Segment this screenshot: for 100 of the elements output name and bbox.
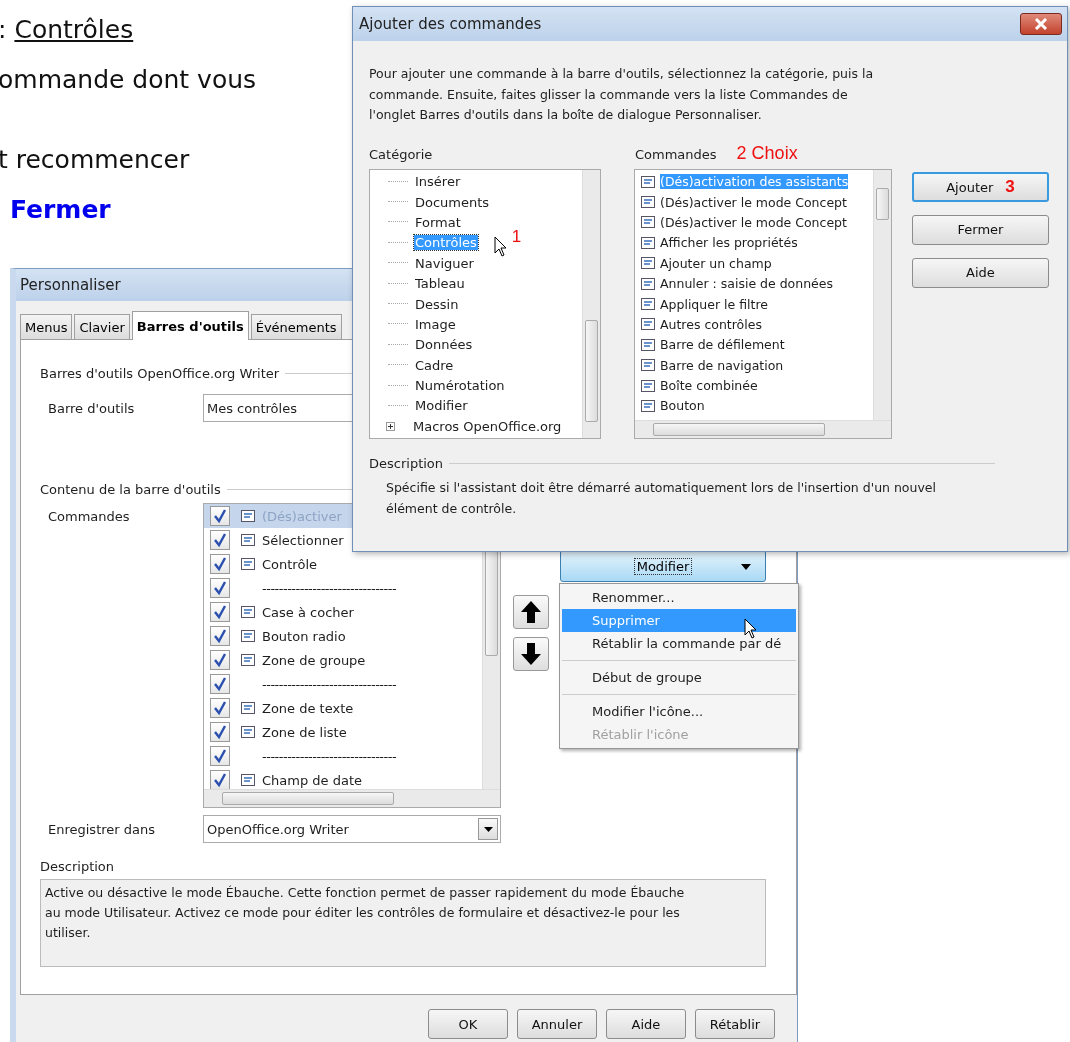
list-item[interactable]: Ajouter un champ	[660, 255, 772, 271]
checkbox[interactable]	[210, 698, 230, 718]
list-item[interactable]: Appliquer le filtre	[660, 296, 768, 312]
checkbox[interactable]	[210, 722, 230, 742]
menu-item[interactable]: Rétablir la commande par dé	[562, 632, 796, 655]
list-item[interactable]: Case à cocher	[210, 600, 500, 624]
close-button[interactable]	[1020, 13, 1062, 35]
list-item[interactable]: (Dés)activer le mode Concept	[660, 214, 847, 230]
document-text: Fermer	[10, 195, 111, 224]
group-label: Description	[369, 455, 444, 471]
caret-icon	[741, 564, 751, 570]
command-icon	[640, 296, 656, 313]
command-icon	[640, 214, 656, 231]
dialog-button[interactable]: Fermer	[912, 214, 1049, 245]
tab[interactable]: Barres d'outils	[131, 311, 249, 340]
command-icon	[240, 772, 256, 788]
tree-item[interactable]: Tableau	[414, 276, 466, 292]
tree-item[interactable]: Documents	[414, 194, 491, 210]
document-link[interactable]: Contrôles	[14, 15, 134, 44]
field-label: Barre d'outils	[47, 400, 136, 416]
scrollbar[interactable]	[873, 169, 891, 421]
command-icon	[240, 532, 256, 548]
list-item[interactable]: Zone de liste	[210, 720, 500, 744]
dialog-button[interactable]: Ajouter 3	[912, 171, 1049, 202]
list-item[interactable]: Afficher les propriétés	[660, 235, 798, 251]
tree-item[interactable]: Modifier	[414, 398, 469, 414]
move-up-button[interactable]	[513, 595, 549, 629]
tree-item[interactable]: Macros OpenOffice.org	[412, 418, 563, 434]
dialog-button[interactable]: OK	[428, 1009, 508, 1039]
list-item[interactable]: --------------------------------	[210, 576, 500, 600]
command-icon	[640, 275, 656, 292]
annotation-text: 1	[511, 226, 522, 247]
list-item[interactable]: Sélectionner	[210, 528, 500, 552]
field-label: Enregistrer dans	[47, 821, 156, 837]
checkbox[interactable]	[210, 674, 230, 694]
dialog-button[interactable]: Rétablir	[695, 1009, 775, 1039]
tree-item[interactable]: Cadre	[414, 357, 455, 373]
list-item[interactable]: Zone de groupe	[210, 648, 500, 672]
tab[interactable]: Menus	[20, 314, 73, 339]
tree-item[interactable]: Insérer	[414, 174, 462, 190]
checkbox[interactable]	[210, 602, 230, 622]
list-item[interactable]: --------------------------------	[210, 744, 500, 768]
scrollbar[interactable]	[635, 419, 891, 438]
command-icon	[640, 336, 656, 353]
list-item[interactable]: Zone de texte	[210, 696, 500, 720]
field-label: Commandes	[47, 509, 131, 526]
command-icon	[640, 194, 656, 211]
tree-item[interactable]: Image	[414, 316, 457, 332]
list-item[interactable]: Bouton radio	[210, 624, 500, 648]
menu-item[interactable]: Début de groupe	[562, 666, 796, 689]
command-icon	[240, 604, 256, 620]
document-text: ommande dont vous	[0, 65, 257, 94]
command-icon	[640, 255, 656, 272]
modify-dropdown-button[interactable]: Modifier	[560, 550, 766, 582]
scrollbar[interactable]	[204, 789, 500, 807]
command-icon	[240, 556, 256, 572]
description-text: Active ou désactive le mode Ébauche. Cette fonction permet de passer rapidement du mode Ébauche au mode Utilisateur. Activez ce mode pour éditer les contrôles de formulaire et désactivez-le pour les utiliser.	[40, 879, 766, 967]
checkbox[interactable]	[210, 626, 230, 646]
tree-item[interactable]: Numérotation	[414, 378, 506, 394]
list-item[interactable]: Autres contrôles	[660, 316, 762, 332]
list-item[interactable]: Bouton	[660, 398, 705, 414]
list-item[interactable]: Annuler : saisie de données	[660, 276, 833, 292]
list-item[interactable]: Contrôle	[210, 552, 500, 576]
save-location-dropdown[interactable]: OpenOffice.org Writer	[203, 815, 501, 843]
window-title: Personnaliser	[20, 276, 121, 294]
checkbox[interactable]	[210, 578, 230, 598]
document-text: :	[0, 15, 7, 44]
list-item[interactable]: (Dés)activer le mode Concept	[660, 194, 847, 210]
command-icon	[240, 652, 256, 668]
list-item[interactable]: Barre de défilement	[660, 337, 785, 353]
command-icon	[640, 316, 656, 333]
tab[interactable]: Clavier	[74, 314, 130, 339]
checkbox[interactable]	[210, 770, 230, 790]
tab[interactable]: Événements	[250, 314, 342, 339]
command-icon	[240, 724, 256, 740]
list-item[interactable]: Boîte combinée	[660, 378, 758, 394]
tree-item[interactable]: Format	[414, 214, 462, 230]
group-label: Contenu de la barre d'outils	[40, 482, 221, 497]
checkbox[interactable]	[210, 746, 230, 766]
checkbox[interactable]	[210, 650, 230, 670]
tree-item[interactable]: Données	[414, 337, 474, 353]
dialog-button[interactable]: Annuler	[517, 1009, 597, 1039]
move-down-button[interactable]	[513, 637, 549, 671]
dialog-button[interactable]: Aide	[912, 257, 1049, 288]
tree-item[interactable]: Dessin	[414, 296, 460, 312]
menu-item[interactable]: Renommer...	[562, 586, 796, 609]
list-item[interactable]: Barre de navigation	[660, 357, 784, 373]
checkbox[interactable]	[210, 530, 230, 550]
close-icon	[1034, 18, 1048, 30]
checkbox[interactable]	[210, 554, 230, 574]
list-item[interactable]: --------------------------------	[210, 672, 500, 696]
expand-icon[interactable]	[386, 421, 395, 431]
command-icon	[640, 398, 656, 414]
dialog-button[interactable]: Aide	[606, 1009, 686, 1039]
tree-item[interactable]: Naviguer	[414, 255, 475, 271]
command-icon	[640, 377, 656, 394]
menu-item[interactable]: Modifier l'icône...	[562, 700, 796, 723]
scrollbar[interactable]	[582, 169, 600, 438]
checkbox[interactable]	[210, 506, 230, 526]
window-title: Ajouter des commandes	[359, 15, 542, 33]
